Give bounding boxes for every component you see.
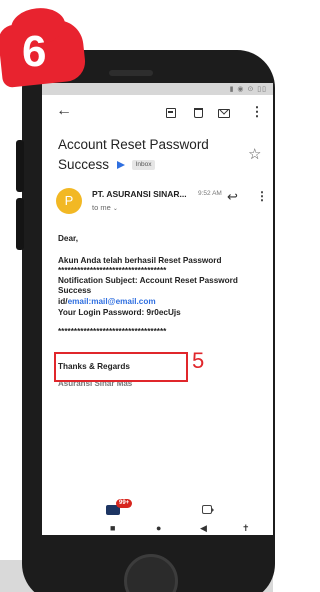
accessibility-icon[interactable]: ✝: [242, 523, 250, 534]
inbox-label[interactable]: Inbox: [131, 160, 156, 171]
phone-speaker: [109, 70, 153, 76]
id-prefix: id/: [58, 297, 68, 306]
more-vertical-icon[interactable]: ⋮: [250, 105, 264, 119]
id-line: id/email:mail@email.com: [58, 297, 156, 306]
star-icon[interactable]: ☆: [248, 145, 261, 163]
trash-icon[interactable]: [194, 108, 203, 118]
reply-icon[interactable]: ↩: [227, 189, 238, 205]
status-icons: ▮ ◉ ⊙ ▯▯: [229, 86, 267, 93]
credentials-highlight: [54, 352, 188, 382]
separator-line: **********************************: [58, 266, 167, 275]
notification-subject: Notification Subject: Account Reset Pass…: [58, 276, 238, 295]
recipient-text: to me: [92, 203, 111, 212]
unread-badge: 99+: [116, 499, 133, 508]
sent-time: 9:52 AM: [198, 190, 222, 197]
importance-marker-icon[interactable]: [116, 161, 125, 170]
email-subject: Account Reset Password Success Inbox: [58, 135, 238, 175]
phone-screen: ▮ ◉ ⊙ ▯▯ ← ⋮ Account Reset Password Succ…: [42, 83, 273, 535]
message-more-icon[interactable]: ⋮: [256, 189, 268, 203]
sender-avatar: P: [56, 188, 82, 214]
recents-icon[interactable]: ■: [110, 523, 115, 533]
body-line-1: Akun Anda telah berhasil Reset Password: [58, 256, 222, 265]
back-arrow-icon[interactable]: ←: [56, 103, 72, 119]
archive-icon[interactable]: [166, 108, 176, 118]
email-toolbar: ← ⋮: [42, 99, 273, 127]
meet-video-icon[interactable]: [202, 505, 214, 514]
chevron-down-icon: ⌄: [112, 206, 118, 212]
email-link[interactable]: email:mail@email.com: [68, 297, 156, 306]
volume-up-button: [16, 140, 24, 192]
annotation-number: 5: [192, 348, 205, 373]
password-line: Your Login Password: 9r0ecUjs: [58, 308, 181, 317]
bottom-navigation: 99+ ■ ● ◀ ✝: [42, 493, 273, 535]
recipient-details[interactable]: to me ⌄: [92, 203, 118, 212]
sender-name[interactable]: PT. ASURANSI SINAR...: [92, 189, 187, 199]
status-bar: ▮ ◉ ⊙ ▯▯: [42, 83, 273, 95]
mark-unread-icon[interactable]: [218, 109, 230, 118]
greeting: Dear,: [58, 234, 79, 243]
back-icon[interactable]: ◀: [200, 523, 207, 534]
home-icon[interactable]: ●: [156, 523, 161, 533]
step-number: 6: [22, 27, 47, 76]
separator-line-2: **********************************: [58, 327, 167, 336]
volume-down-button: [16, 198, 24, 250]
